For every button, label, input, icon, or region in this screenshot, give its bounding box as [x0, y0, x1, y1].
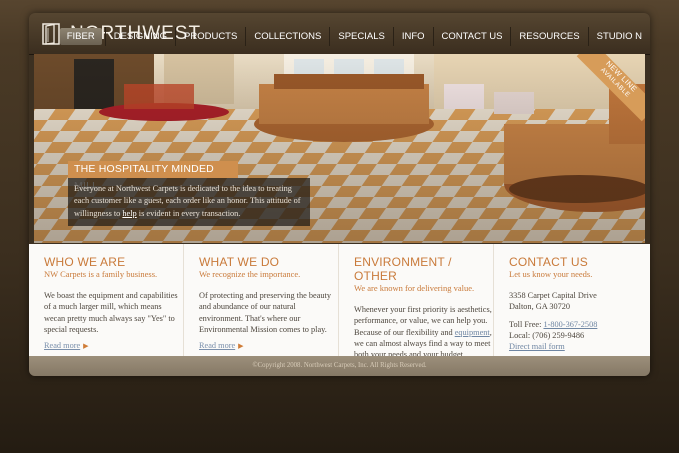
- column-body: Whenever your first priority is aestheti…: [354, 304, 493, 360]
- read-more-link[interactable]: Read more: [44, 341, 80, 350]
- nav-item-fiber[interactable]: FIBER: [59, 28, 102, 45]
- read-more-label: Read more: [199, 341, 236, 351]
- column-who-we-are: WHO WE ARE NW Carpets is a family busine…: [29, 244, 184, 356]
- column-title: WHO WE ARE: [44, 255, 126, 269]
- nav-item-specials[interactable]: SPECIALS: [329, 27, 392, 46]
- column-subtitle: We recognize the importance.: [199, 269, 301, 279]
- arrow-right-icon: ▶: [238, 342, 244, 351]
- address-line-2: Dalton, GA 30720: [509, 302, 571, 312]
- hero-image: THE HOSPITALITY MINDED MILL Everyone at …: [34, 54, 645, 243]
- site-header: NORTHWEST FIBER DESIGNING PRODUCTS COLLE…: [29, 13, 650, 55]
- column-subtitle: NW Carpets is a family business.: [44, 269, 158, 279]
- tollfree-number[interactable]: 1-800-367-2508: [543, 320, 597, 329]
- help-link[interactable]: help: [122, 209, 136, 218]
- page-frame: NORTHWEST FIBER DESIGNING PRODUCTS COLLE…: [29, 13, 650, 376]
- local-phone: Local: (706) 259-9486: [509, 330, 585, 340]
- hero-intro-text: Everyone at Northwest Carpets is dedicat…: [68, 178, 310, 227]
- nav-item-designing[interactable]: DESIGNING: [104, 27, 175, 46]
- main-nav: FIBER DESIGNING PRODUCTS COLLECTIONS SPE…: [59, 27, 650, 49]
- contact-address: 3358 Carpet Capital Drive Dalton, GA 3072…: [509, 290, 650, 313]
- contact-phones: Toll Free: 1-800-367-2508 Local: (706) 25…: [509, 319, 650, 353]
- read-more-link[interactable]: Read more: [199, 341, 235, 350]
- nav-item-contact-us[interactable]: CONTACT US: [432, 27, 511, 46]
- column-contact-us: CONTACT US Let us know your needs. 3358 …: [494, 244, 650, 356]
- column-title: CONTACT US: [509, 255, 588, 269]
- column-title: ENVIRONMENT / OTHER: [354, 255, 452, 283]
- nav-item-studio-n[interactable]: STUDIO N: [587, 27, 650, 46]
- info-columns: WHO WE ARE NW Carpets is a family busine…: [29, 244, 650, 359]
- column-what-we-do: WHAT WE DO We recognize the importance. …: [184, 244, 339, 356]
- tollfree-label: Toll Free:: [509, 319, 544, 329]
- nav-item-resources[interactable]: RESOURCES: [510, 27, 587, 46]
- direct-mail-form-link[interactable]: Direct mail form: [509, 342, 565, 351]
- address-line-1: 3358 Carpet Capital Drive: [509, 291, 597, 300]
- column-subtitle: Let us know your needs.: [509, 269, 593, 279]
- read-more-label: Read more: [44, 341, 81, 351]
- column-subtitle: We are known for delivering value.: [354, 283, 475, 293]
- column-title: WHAT WE DO: [199, 255, 280, 269]
- hero-text-part: is evident in every transaction.: [136, 208, 241, 218]
- nav-item-collections[interactable]: COLLECTIONS: [245, 27, 329, 46]
- arrow-right-icon: ▶: [83, 342, 89, 351]
- nav-item-products[interactable]: PRODUCTS: [175, 27, 245, 46]
- hero-banner-title: THE HOSPITALITY MINDED MILL: [68, 161, 238, 192]
- column-environment: ENVIRONMENT / OTHER We are known for del…: [339, 244, 494, 359]
- column-body: Of protecting and preserving the beauty …: [199, 291, 332, 334]
- footer-copyright: ©Copyright 2008. Northwest Carpets, Inc.…: [29, 356, 650, 376]
- column-body: We boast the equipment and capabilities …: [44, 291, 178, 334]
- equipment-link[interactable]: equipment: [455, 328, 490, 337]
- nav-item-info[interactable]: INFO: [392, 27, 433, 46]
